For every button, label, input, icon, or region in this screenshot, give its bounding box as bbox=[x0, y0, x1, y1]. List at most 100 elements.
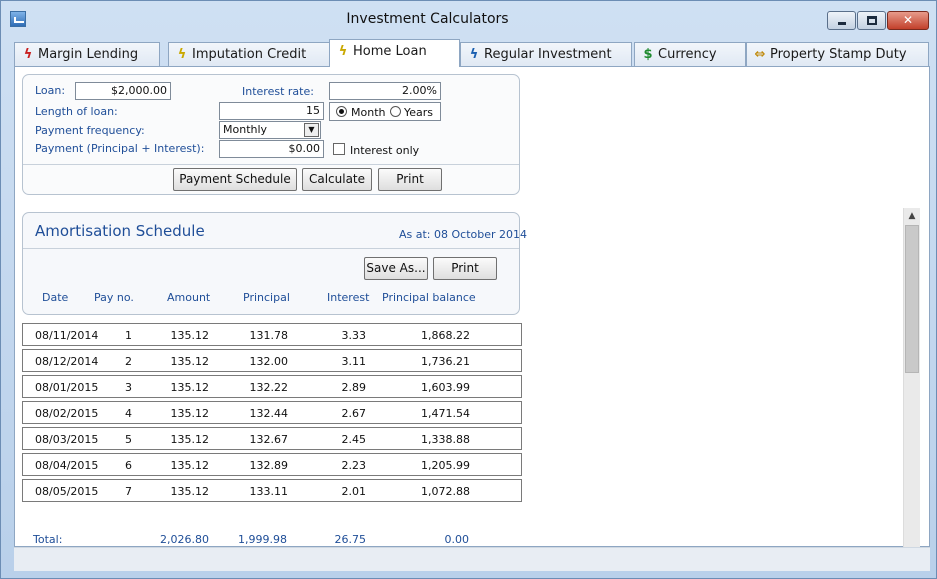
bolt-red-icon: ϟ bbox=[23, 47, 33, 62]
radio-years[interactable] bbox=[390, 106, 401, 117]
tab-label: Imputation Credit bbox=[192, 47, 307, 62]
table-row[interactable]: 08/02/2015 4 135.12 132.44 2.67 1,471.54 bbox=[22, 401, 522, 424]
interest-rate-label: Interest rate: bbox=[242, 85, 314, 98]
cell-interest: 2.01 bbox=[341, 485, 367, 498]
print-button[interactable]: Print bbox=[378, 168, 442, 191]
bolt-yellow-icon: ϟ bbox=[177, 47, 187, 62]
vertical-scrollbar[interactable]: ▲ bbox=[903, 208, 920, 547]
interest-rate-field[interactable]: 2.00% bbox=[329, 82, 441, 100]
cell-amount: 135.12 bbox=[170, 407, 210, 420]
cell-amount: 135.12 bbox=[170, 433, 210, 446]
close-icon: ✕ bbox=[902, 13, 914, 27]
cell-principal: 132.00 bbox=[249, 355, 289, 368]
tab-label: Margin Lending bbox=[38, 47, 139, 62]
cell-pay-no: 4 bbox=[125, 407, 132, 420]
tab-home-loan[interactable]: ϟ Home Loan bbox=[329, 39, 460, 67]
payment-frequency-label: Payment frequency: bbox=[35, 124, 145, 137]
cell-amount: 135.12 bbox=[170, 459, 210, 472]
scroll-thumb[interactable] bbox=[905, 225, 919, 373]
payment-frequency-select[interactable]: Monthly ▼ bbox=[219, 121, 321, 139]
cell-date: 08/01/2015 bbox=[35, 381, 99, 394]
length-of-loan-label: Length of loan: bbox=[35, 105, 118, 118]
radio-years-label: Years bbox=[404, 106, 434, 119]
cell-pay-no: 5 bbox=[125, 433, 132, 446]
schedule-title: Amortisation Schedule bbox=[35, 222, 205, 240]
tab-imputation-credit[interactable]: ϟ Imputation Credit bbox=[168, 42, 331, 67]
tab-bar: ϟ Margin Lending ϟ Imputation Credit ϟ Home… bbox=[14, 39, 930, 67]
table-row[interactable]: 08/12/2014 2 135.12 132.00 3.11 1,736.21 bbox=[22, 349, 522, 372]
cell-balance: 1,072.88 bbox=[421, 485, 470, 498]
save-as-button[interactable]: Save As... bbox=[364, 257, 428, 280]
tab-margin-lending[interactable]: ϟ Margin Lending bbox=[14, 42, 160, 67]
tab-currency[interactable]: $ Currency bbox=[634, 42, 746, 67]
cell-principal: 132.44 bbox=[249, 407, 289, 420]
tab-label: Currency bbox=[658, 47, 717, 62]
cell-pay-no: 7 bbox=[125, 485, 132, 498]
cell-date: 08/05/2015 bbox=[35, 485, 99, 498]
cell-principal: 133.11 bbox=[249, 485, 289, 498]
app-window: Investment Calculators ✕ ϟ Margin Lending… bbox=[0, 0, 937, 579]
tab-label: Property Stamp Duty bbox=[770, 47, 907, 62]
total-amount: 2,026.80 bbox=[160, 533, 209, 546]
loan-label: Loan: bbox=[35, 84, 66, 97]
total-principal: 1,999.98 bbox=[238, 533, 287, 546]
cell-principal: 131.78 bbox=[249, 329, 289, 342]
radio-month-label: Month bbox=[351, 106, 386, 119]
title-bar[interactable]: Investment Calculators ✕ bbox=[1, 1, 936, 37]
length-of-loan-field[interactable]: 15 bbox=[219, 102, 324, 120]
column-header-amount: Amount bbox=[167, 291, 211, 304]
payment-frequency-value: Monthly bbox=[223, 123, 268, 136]
table-row[interactable]: 08/01/2015 3 135.12 132.22 2.89 1,603.99 bbox=[22, 375, 522, 398]
total-label: Total: bbox=[33, 533, 63, 546]
table-row[interactable]: 08/11/2014 1 135.12 131.78 3.33 1,868.22 bbox=[22, 323, 522, 346]
payment-field[interactable]: $0.00 bbox=[219, 140, 324, 158]
window-title: Investment Calculators bbox=[346, 11, 509, 27]
maximize-button[interactable] bbox=[857, 11, 886, 30]
status-strip bbox=[14, 547, 930, 571]
column-header-date: Date bbox=[42, 291, 69, 304]
cell-amount: 135.12 bbox=[170, 485, 210, 498]
total-balance: 0.00 bbox=[444, 533, 470, 546]
cell-date: 08/04/2015 bbox=[35, 459, 99, 472]
table-row[interactable]: 08/03/2015 5 135.12 132.67 2.45 1,338.88 bbox=[22, 427, 522, 450]
chevron-down-icon[interactable]: ▼ bbox=[304, 123, 319, 137]
tab-property-stamp-duty[interactable]: ⇔ Property Stamp Duty bbox=[746, 42, 929, 67]
payment-label: Payment (Principal + Interest): bbox=[35, 142, 205, 155]
close-button[interactable]: ✕ bbox=[887, 11, 929, 30]
interest-only-label: Interest only bbox=[350, 144, 420, 157]
interest-only-checkbox[interactable] bbox=[333, 143, 345, 155]
tab-label: Regular Investment bbox=[484, 47, 612, 62]
cell-date: 08/11/2014 bbox=[35, 329, 99, 342]
cell-interest: 2.23 bbox=[341, 459, 367, 472]
as-at-date: As at: 08 October 2014 bbox=[399, 228, 528, 241]
column-header-principal-balance: Principal balance bbox=[382, 291, 476, 304]
minimize-icon bbox=[838, 22, 846, 25]
cell-balance: 1,868.22 bbox=[421, 329, 470, 342]
arrows-icon: ⇔ bbox=[754, 47, 766, 62]
form-divider bbox=[23, 164, 519, 165]
cell-date: 08/02/2015 bbox=[35, 407, 99, 420]
column-header-interest: Interest bbox=[327, 291, 370, 304]
radio-month[interactable] bbox=[336, 106, 347, 117]
calculate-button[interactable]: Calculate bbox=[302, 168, 372, 191]
cell-principal: 132.89 bbox=[249, 459, 289, 472]
bolt-blue-icon: ϟ bbox=[469, 47, 479, 62]
minimize-button[interactable] bbox=[827, 11, 856, 30]
cell-balance: 1,736.21 bbox=[421, 355, 470, 368]
cell-interest: 2.67 bbox=[341, 407, 367, 420]
cell-pay-no: 2 bbox=[125, 355, 132, 368]
table-row[interactable]: 08/05/2015 7 135.12 133.11 2.01 1,072.88 bbox=[22, 479, 522, 502]
scroll-up-icon[interactable]: ▲ bbox=[904, 208, 920, 225]
cell-date: 08/12/2014 bbox=[35, 355, 99, 368]
cell-interest: 3.33 bbox=[341, 329, 367, 342]
cell-balance: 1,471.54 bbox=[421, 407, 470, 420]
schedule-print-button[interactable]: Print bbox=[433, 257, 497, 280]
loan-field[interactable]: $2,000.00 bbox=[75, 82, 171, 100]
cell-pay-no: 6 bbox=[125, 459, 132, 472]
cell-balance: 1,603.99 bbox=[421, 381, 470, 394]
tab-regular-investment[interactable]: ϟ Regular Investment bbox=[460, 42, 632, 67]
cell-interest: 2.45 bbox=[341, 433, 367, 446]
tab-label: Home Loan bbox=[353, 44, 427, 59]
table-row[interactable]: 08/04/2015 6 135.12 132.89 2.23 1,205.99 bbox=[22, 453, 522, 476]
payment-schedule-button[interactable]: Payment Schedule bbox=[173, 168, 297, 191]
